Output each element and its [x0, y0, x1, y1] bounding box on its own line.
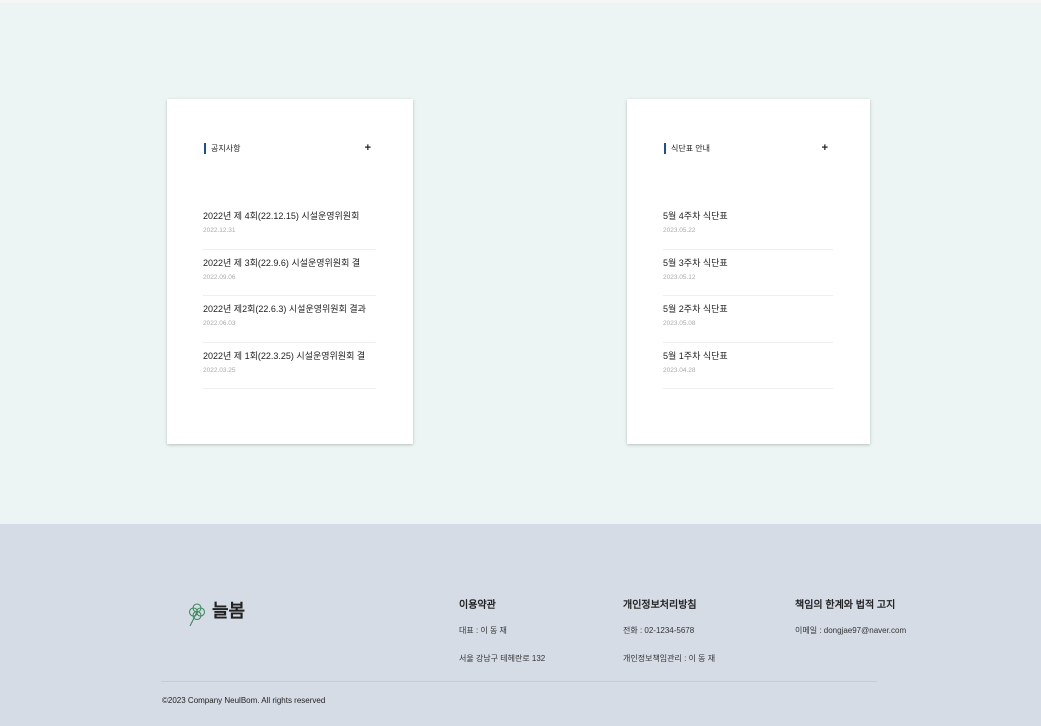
- meal-menu-item-title[interactable]: 5월 1주차 식단표: [663, 349, 833, 362]
- footer-terms-column: 이용약관 대표 : 이 동 재 서울 강남구 테헤란로 132: [459, 596, 545, 681]
- meal-menu-item-title[interactable]: 5월 4주차 식단표: [663, 209, 833, 222]
- meal-menu-list-item[interactable]: 5월 2주차 식단표 2023.05.08: [663, 296, 833, 343]
- meal-menu-item-date: 2023.05.08: [663, 320, 696, 327]
- representative-text: 대표 : 이 동 재: [459, 626, 507, 635]
- meal-menu-card: 식단표 안내 + 5월 4주차 식단표 2023.05.22 5월 3주차 식단…: [627, 99, 870, 444]
- notice-item-title[interactable]: 2022년 제 3회(22.9.6) 시설운영위원회 결: [203, 256, 376, 269]
- title-accent-bar: [664, 142, 666, 154]
- notice-item-title[interactable]: 2022년 제2회(22.6.3) 시설운영위원회 결과: [203, 302, 376, 315]
- legal-notice-link[interactable]: 책임의 한계와 법적 고지: [795, 596, 906, 611]
- meal-menu-item-date: 2023.05.12: [663, 273, 696, 281]
- title-accent-bar: [204, 142, 206, 154]
- meal-menu-list-item[interactable]: 5월 3주차 식단표 2023.05.12: [663, 250, 833, 296]
- board-section: 공지사항 + 2022년 제 4회(22.12.15) 시설운영위원회 2022…: [0, 3, 1041, 524]
- notice-card-header: 공지사항 +: [204, 142, 371, 154]
- footer-divider: [161, 681, 877, 682]
- notice-list-item[interactable]: 2022년 제 4회(22.12.15) 시설운영위원회 2022.12.31: [203, 203, 376, 250]
- notice-item-date: 2022.03.25: [203, 366, 236, 374]
- copyright-text: ©2023 Company NeulBom. All rights reserv…: [162, 696, 326, 705]
- footer-logo[interactable]: 늘봄: [187, 601, 245, 627]
- notice-title-text: 공지사항: [211, 143, 241, 153]
- meal-menu-item-title[interactable]: 5월 2주차 식단표: [663, 302, 833, 315]
- notice-list: 2022년 제 4회(22.12.15) 시설운영위원회 2022.12.31 …: [203, 203, 376, 389]
- notice-card-title: 공지사항: [204, 142, 241, 154]
- clover-icon: [188, 603, 206, 627]
- site-footer: 늘봄 이용약관 대표 : 이 동 재 서울 강남구 테헤란로 132 개인정보처…: [0, 524, 1041, 726]
- notice-item-title[interactable]: 2022년 제 1회(22.3.25) 시설운영위원회 결: [203, 349, 376, 362]
- notice-item-date: 2022.09.06: [203, 273, 236, 281]
- meal-menu-item-title[interactable]: 5월 3주차 식단표: [663, 256, 833, 269]
- phone-text: 전화 : 02-1234-5678: [623, 626, 695, 635]
- meal-menu-more-button[interactable]: +: [822, 142, 828, 154]
- footer-privacy-column: 개인정보처리방침 전화 : 02-1234-5678 개인정보책임관리 : 이 …: [623, 596, 715, 681]
- meal-menu-list-item[interactable]: 5월 1주차 식단표 2023.04.28: [663, 343, 833, 389]
- meal-menu-list: 5월 4주차 식단표 2023.05.22 5월 3주차 식단표 2023.05…: [663, 203, 833, 389]
- notice-list-item[interactable]: 2022년 제2회(22.6.3) 시설운영위원회 결과 2022.06.03: [203, 296, 376, 343]
- meal-menu-card-title: 식단표 안내: [664, 142, 711, 154]
- footer-legal-column: 책임의 한계와 법적 고지 이메일 : dongjae97@naver.com: [795, 596, 906, 653]
- email-text: 이메일 : dongjae97@naver.com: [795, 626, 907, 635]
- notice-item-date: 2022.12.31: [203, 227, 236, 234]
- notice-list-item[interactable]: 2022년 제 1회(22.3.25) 시설운영위원회 결 2022.03.25: [203, 343, 376, 389]
- notice-list-item[interactable]: 2022년 제 3회(22.9.6) 시설운영위원회 결 2022.09.06: [203, 250, 376, 296]
- logo-text: 늘봄: [212, 601, 246, 621]
- notice-item-date: 2022.06.03: [203, 320, 236, 327]
- meal-menu-card-header: 식단표 안내 +: [664, 142, 828, 154]
- notice-item-title[interactable]: 2022년 제 4회(22.12.15) 시설운영위원회: [203, 209, 376, 222]
- meal-menu-title-text: 식단표 안내: [671, 143, 711, 153]
- notice-more-button[interactable]: +: [365, 142, 371, 154]
- address-text: 서울 강남구 테헤란로 132: [459, 654, 546, 663]
- privacy-manager-text: 개인정보책임관리 : 이 동 재: [623, 654, 716, 663]
- meal-menu-item-date: 2023.04.28: [663, 366, 696, 374]
- terms-link[interactable]: 이용약관: [459, 596, 545, 611]
- meal-menu-item-date: 2023.05.22: [663, 227, 696, 234]
- privacy-policy-link[interactable]: 개인정보처리방침: [623, 596, 715, 611]
- notice-card: 공지사항 + 2022년 제 4회(22.12.15) 시설운영위원회 2022…: [167, 99, 413, 444]
- meal-menu-list-item[interactable]: 5월 4주차 식단표 2023.05.22: [663, 203, 833, 250]
